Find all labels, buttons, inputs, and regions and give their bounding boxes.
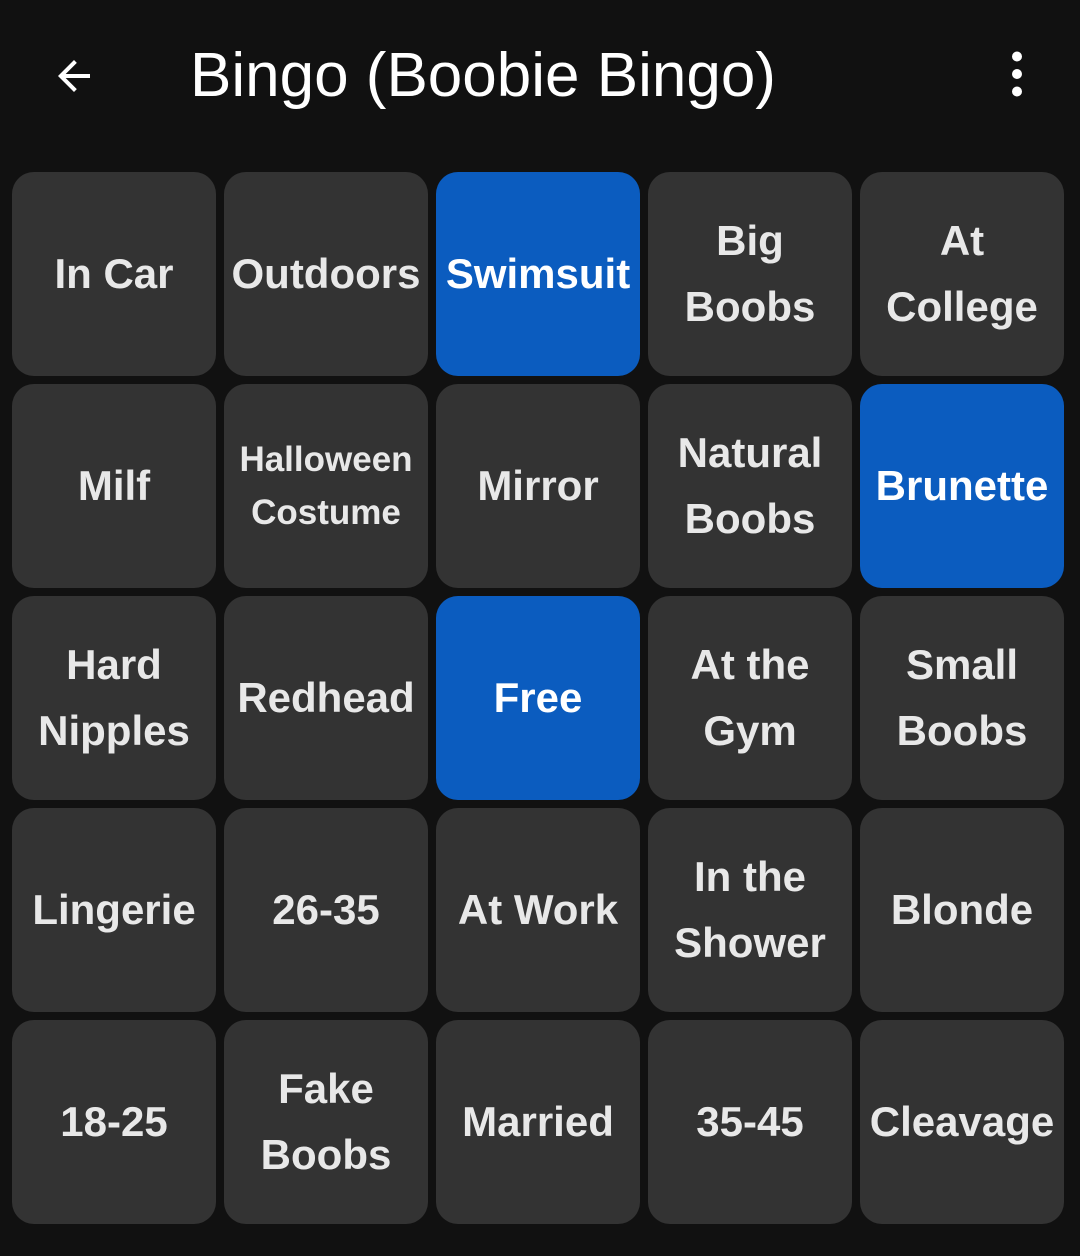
bingo-cell[interactable]: Outdoors (224, 172, 428, 376)
bingo-cell[interactable]: In the Shower (648, 808, 852, 1012)
bingo-cell[interactable]: Married (436, 1020, 640, 1224)
bingo-cell[interactable]: At the Gym (648, 596, 852, 800)
bingo-cell[interactable]: Mirror (436, 384, 640, 588)
bingo-cell[interactable]: 26-35 (224, 808, 428, 1012)
bingo-cell[interactable]: At Work (436, 808, 640, 1012)
bingo-cell[interactable]: Natural Boobs (648, 384, 852, 588)
bingo-cell[interactable]: Blonde (860, 808, 1064, 1012)
bingo-cell[interactable]: Big Boobs (648, 172, 852, 376)
bingo-cell[interactable]: Halloween Costume (224, 384, 428, 588)
more-vertical-icon (1012, 51, 1022, 97)
more-options-button[interactable] (975, 32, 1059, 116)
app-bar: Bingo (Boobie Bingo) (0, 0, 1080, 150)
bingo-cell[interactable]: Swimsuit (436, 172, 640, 376)
bingo-cell[interactable]: Free (436, 596, 640, 800)
bingo-cell[interactable]: Brunette (860, 384, 1064, 588)
bingo-cell[interactable]: At College (860, 172, 1064, 376)
bingo-cell[interactable]: Fake Boobs (224, 1020, 428, 1224)
bingo-cell[interactable]: Milf (12, 384, 216, 588)
bingo-cell[interactable]: Lingerie (12, 808, 216, 1012)
bingo-cell[interactable]: Hard Nipples (12, 596, 216, 800)
bingo-cell[interactable]: Small Boobs (860, 596, 1064, 800)
arrow-left-icon (58, 60, 90, 92)
bingo-cell[interactable]: Cleavage (860, 1020, 1064, 1224)
bingo-board: In Car Outdoors Swimsuit Big Boobs At Co… (12, 172, 1068, 1224)
bingo-cell[interactable]: 18-25 (12, 1020, 216, 1224)
back-button[interactable] (30, 32, 118, 120)
bingo-cell[interactable]: In Car (12, 172, 216, 376)
page-title: Bingo (Boobie Bingo) (190, 41, 776, 110)
bingo-cell[interactable]: 35-45 (648, 1020, 852, 1224)
bingo-cell[interactable]: Redhead (224, 596, 428, 800)
